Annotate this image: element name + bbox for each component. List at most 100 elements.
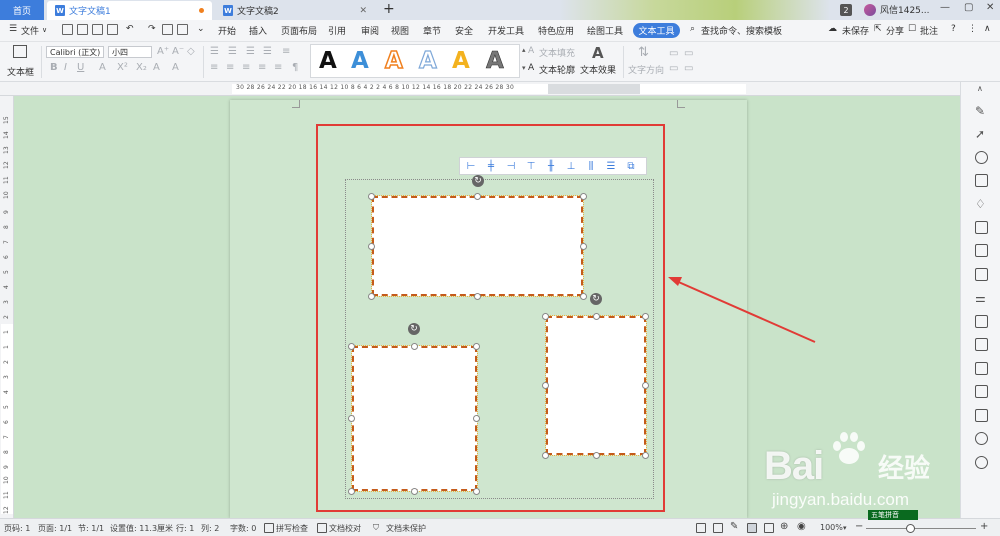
distribute-icon[interactable]: ≡ — [274, 62, 282, 73]
font-name-select[interactable]: Calibri (正文) — [46, 46, 104, 58]
resize-handle[interactable] — [473, 343, 480, 350]
close-tab-icon[interactable]: ✕ — [359, 6, 367, 16]
resize-handle[interactable] — [368, 293, 375, 300]
copy-icon[interactable] — [975, 338, 988, 351]
align-bottom-icon[interactable]: ⊥ — [562, 160, 580, 172]
comment-icon[interactable]: ☐ — [908, 24, 916, 34]
text-direction-icon[interactable]: ⇅ — [638, 45, 649, 60]
spell-check-button[interactable]: 拼写检查 — [276, 523, 308, 534]
styles-scroll-up-icon[interactable]: ▴ — [522, 46, 526, 54]
resize-handle[interactable] — [580, 243, 587, 250]
rotate-handle-icon[interactable]: ↻ — [590, 293, 602, 305]
image-icon[interactable] — [975, 409, 988, 422]
align-right-icon[interactable]: ≡ — [242, 62, 250, 73]
strikethrough-icon[interactable]: A — [99, 62, 106, 73]
style-blue-a[interactable]: A — [351, 48, 369, 74]
shrink-font-icon[interactable]: A⁻ — [172, 46, 184, 57]
zoom-in-icon[interactable]: + — [980, 521, 988, 532]
cloud-icon[interactable]: ☁ — [828, 24, 837, 34]
undo-icon[interactable]: ↶ — [126, 24, 134, 34]
text-box-link-icon[interactable]: ▭ — [684, 48, 693, 59]
align-middle-v-icon[interactable]: ╫ — [542, 160, 560, 172]
indent-increase-icon[interactable]: ☰ — [263, 46, 272, 57]
history-icon[interactable] — [975, 432, 988, 445]
text-box-top[interactable] — [371, 195, 584, 297]
more-icon[interactable]: ⌄ — [197, 24, 205, 34]
line-spacing-icon[interactable]: ≡ — [282, 46, 290, 57]
text-direction-button[interactable]: 文字方向 — [628, 63, 664, 76]
resize-handle[interactable] — [368, 193, 375, 200]
location-icon[interactable] — [975, 151, 988, 164]
restore-button[interactable]: ▢ — [964, 2, 973, 13]
lock-icon[interactable] — [975, 315, 988, 328]
style-orange-outline-a[interactable]: A — [384, 47, 403, 75]
export-icon[interactable] — [107, 24, 118, 35]
chart-icon[interactable] — [975, 268, 988, 281]
export-icon[interactable] — [975, 362, 988, 375]
subscript-icon[interactable]: X₂ — [136, 62, 147, 73]
tab-home[interactable]: 开始 — [218, 24, 236, 37]
cursor-icon[interactable]: ➚ — [975, 127, 988, 141]
write-mode-icon[interactable]: ✎ — [730, 521, 738, 532]
status-row[interactable]: 行: 1 — [176, 523, 194, 534]
font-size-select[interactable]: 小四 — [108, 46, 152, 58]
align-center-h-icon[interactable]: ╪ — [482, 160, 500, 172]
window-count-badge[interactable]: 2 — [840, 4, 852, 16]
align-center-icon[interactable]: ≡ — [226, 62, 234, 73]
status-page-number[interactable]: 页码: 1 — [4, 523, 30, 534]
horizontal-ruler[interactable]: 30 28 26 24 22 20 18 16 14 12 10 8 6 4 2… — [0, 82, 1000, 96]
resize-handle[interactable] — [411, 488, 418, 495]
align-left-icon[interactable]: ≡ — [210, 62, 218, 73]
tab-page-layout[interactable]: 页面布局 — [281, 24, 317, 37]
align-top-icon[interactable]: ⊤ — [522, 160, 540, 172]
style-blue-outline-a[interactable]: A — [418, 47, 437, 74]
superscript-icon[interactable]: X² — [117, 62, 128, 73]
document-tab-1[interactable]: W 文字文稿1 — [47, 1, 212, 20]
redo-icon[interactable]: ↷ — [148, 24, 156, 34]
rotate-handle-icon[interactable]: ↻ — [472, 175, 484, 187]
text-outline-button[interactable]: 文本轮廓 — [539, 63, 575, 76]
web-view-icon[interactable]: ⊕ — [780, 521, 788, 532]
resize-handle[interactable] — [348, 488, 355, 495]
page-view-icon[interactable] — [747, 523, 757, 533]
textbox-button[interactable]: 文本框 — [7, 65, 34, 78]
grid-icon[interactable] — [975, 244, 988, 257]
outline-view-icon[interactable] — [764, 523, 774, 533]
numbering-icon[interactable]: ☰ — [228, 46, 237, 57]
resize-handle[interactable] — [411, 343, 418, 350]
comment-button[interactable]: 批注 — [920, 24, 938, 37]
align-text-icon[interactable]: ▭ — [669, 48, 678, 59]
shapes-icon[interactable] — [975, 174, 988, 187]
align-right-icon[interactable]: ⊣ — [502, 160, 520, 172]
share-icon[interactable]: ⇱ — [874, 24, 882, 34]
focus-mode-icon[interactable] — [696, 523, 706, 533]
resize-handle[interactable] — [348, 415, 355, 422]
resize-handle[interactable] — [593, 313, 600, 320]
zoom-caret-icon[interactable]: ▾ — [843, 524, 847, 532]
status-section[interactable]: 节: 1/1 — [78, 523, 104, 534]
close-window-button[interactable]: ✕ — [986, 2, 994, 13]
resize-handle[interactable] — [542, 452, 549, 459]
tab-insert[interactable]: 插入 — [249, 24, 267, 37]
grow-font-icon[interactable]: A⁺ — [157, 46, 169, 57]
more-options-icon[interactable]: ⋮ — [968, 24, 977, 34]
zoom-level[interactable]: 100% — [820, 523, 843, 532]
resize-handle[interactable] — [542, 313, 549, 320]
minimize-button[interactable]: — — [940, 2, 950, 13]
print-icon[interactable] — [162, 24, 173, 35]
open-folder-icon[interactable] — [77, 24, 88, 35]
hamburger-icon[interactable]: ☰ — [9, 24, 17, 34]
command-search[interactable]: 查找命令、搜索模板 — [701, 24, 782, 37]
italic-icon[interactable]: I — [64, 62, 67, 73]
file-menu[interactable]: 文件 — [21, 24, 39, 37]
resize-handle[interactable] — [474, 293, 481, 300]
search-icon[interactable]: ⌕ — [690, 24, 695, 34]
eye-protect-icon[interactable]: ◉ — [797, 521, 806, 532]
text-wrap-icon[interactable]: ▭ — [669, 63, 678, 74]
style-gold-a[interactable]: A — [452, 48, 470, 74]
reading-mode-icon[interactable] — [713, 523, 723, 533]
resize-handle[interactable] — [642, 313, 649, 320]
style-icon[interactable]: ♢ — [975, 197, 988, 211]
status-column[interactable]: 列: 2 — [201, 523, 219, 534]
text-box-bottom-right[interactable] — [545, 315, 647, 456]
